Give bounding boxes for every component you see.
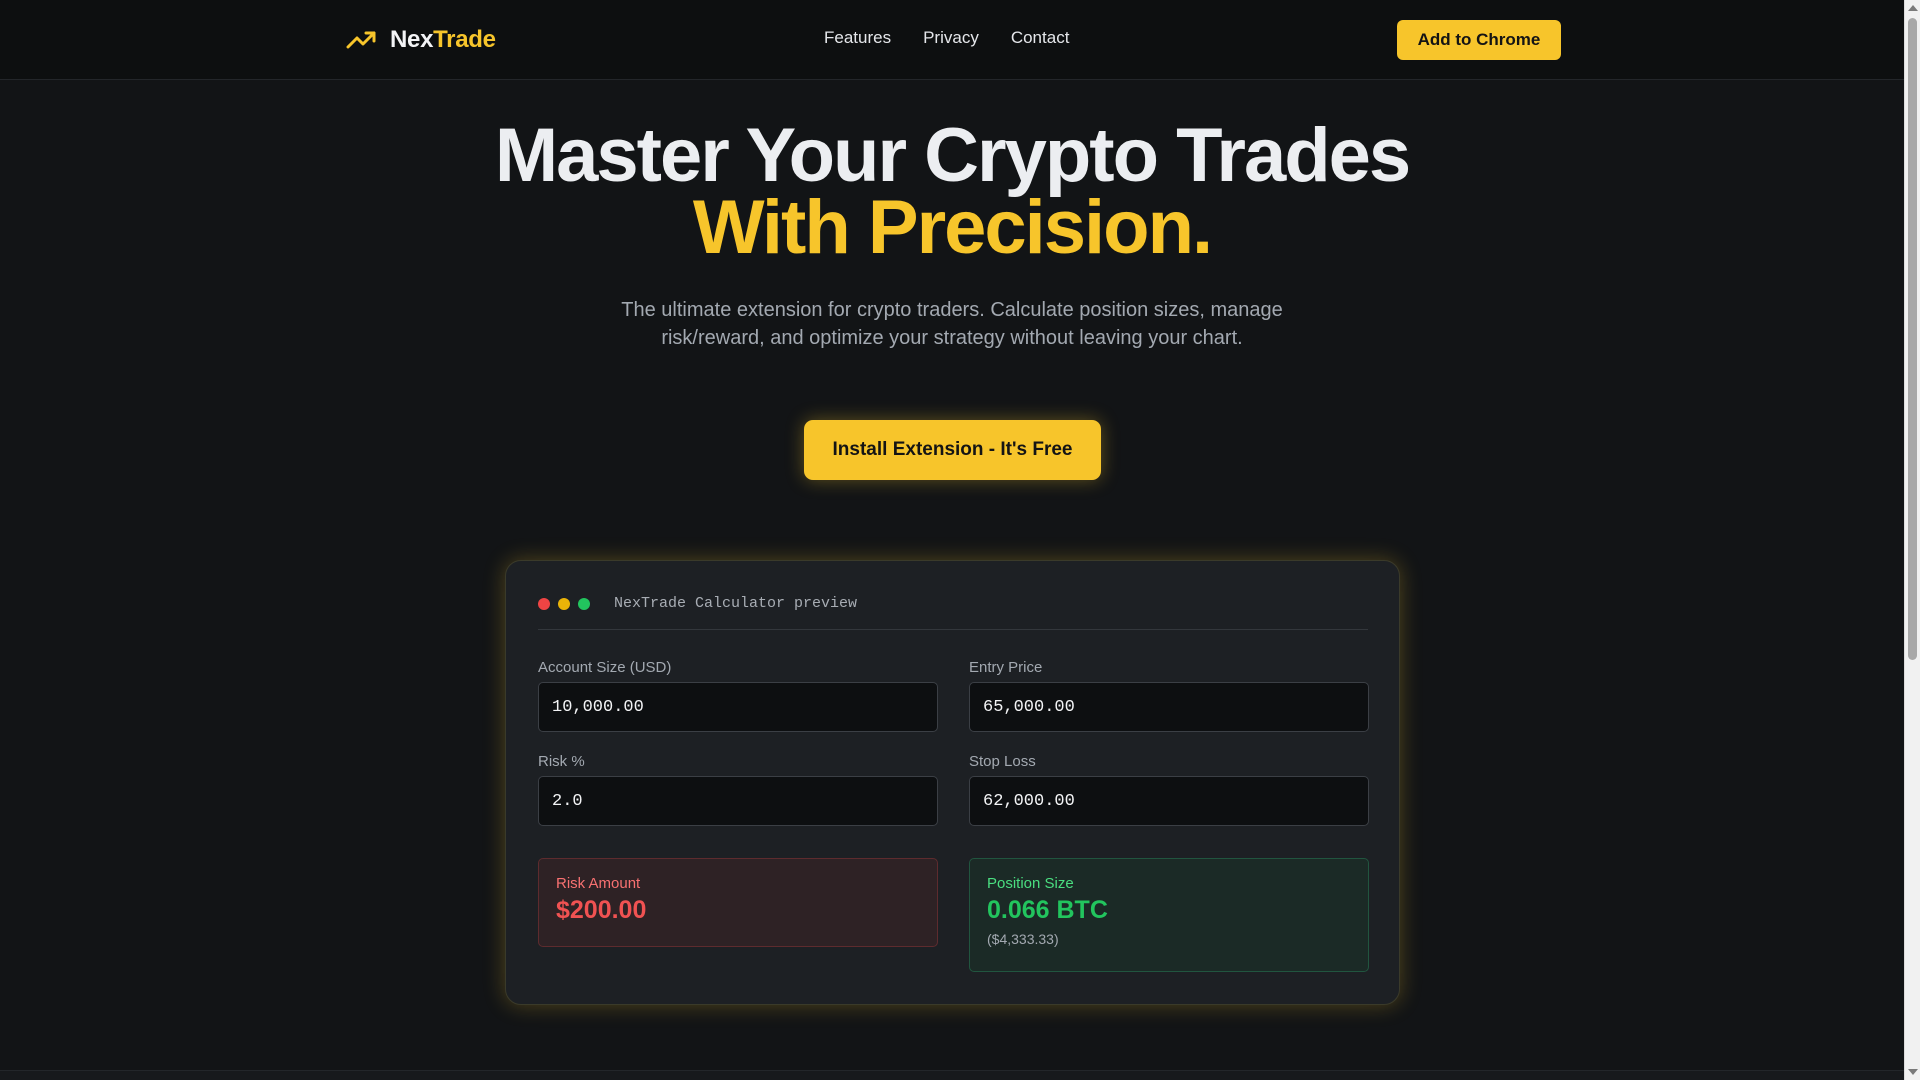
- hero-title-line1: Master Your Crypto Trades: [494, 113, 1411, 198]
- install-extension-button[interactable]: Install Extension - It's Free: [804, 420, 1101, 480]
- account-size-label: Account Size (USD): [538, 659, 672, 676]
- nav-link-features[interactable]: Features: [824, 28, 891, 48]
- page-scrollbar[interactable]: [1904, 0, 1920, 1080]
- logo-text: NexTrade: [390, 26, 496, 54]
- position-size-usd: ($4,333.33): [987, 931, 1059, 947]
- window-dot-red: [538, 598, 550, 610]
- scroll-down-arrow-icon[interactable]: [1908, 1069, 1918, 1075]
- hero-title-line2: With Precision.: [692, 185, 1213, 270]
- card-title: NexTrade Calculator preview: [614, 595, 858, 612]
- stop-loss-input[interactable]: [969, 776, 1369, 826]
- logo-text-trade: Trade: [433, 26, 496, 53]
- hero-subtitle: The ultimate extension for crypto trader…: [621, 299, 1283, 349]
- risk-percent-label: Risk %: [538, 753, 585, 770]
- logo-text-nex: Nex: [390, 26, 434, 53]
- window-dot-green: [578, 598, 590, 610]
- account-size-input[interactable]: [538, 682, 938, 732]
- stop-loss-label: Stop Loss: [969, 753, 1036, 770]
- trending-up-icon: [346, 29, 376, 51]
- risk-amount-value: $200.00: [556, 896, 647, 924]
- calculator-preview-card: NexTrade Calculator preview Account Size…: [505, 560, 1400, 1005]
- window-dot-yellow: [558, 598, 570, 610]
- nav-link-contact[interactable]: Contact: [1011, 28, 1070, 48]
- hero-title: Master Your Crypto Trades With Precision…: [0, 113, 1904, 270]
- site-header: NexTrade Features Privacy Contact Add to…: [0, 0, 1904, 80]
- main-nav: Features Privacy Contact: [824, 28, 1069, 48]
- scroll-up-arrow-icon[interactable]: [1908, 5, 1918, 11]
- risk-percent-input[interactable]: [538, 776, 938, 826]
- entry-price-label: Entry Price: [969, 659, 1043, 676]
- logo[interactable]: NexTrade: [346, 24, 496, 56]
- risk-amount-box: Risk Amount $200.00: [538, 858, 938, 947]
- card-header: NexTrade Calculator preview: [538, 561, 1368, 630]
- position-size-box: Position Size 0.066 BTC ($4,333.33): [969, 858, 1369, 972]
- position-size-label: Position Size: [987, 875, 1074, 892]
- risk-amount-label: Risk Amount: [556, 875, 641, 892]
- scroll-thumb[interactable]: [1908, 18, 1917, 660]
- add-to-chrome-button[interactable]: Add to Chrome: [1397, 20, 1561, 60]
- entry-price-input[interactable]: [969, 682, 1369, 732]
- next-section-edge: [0, 1070, 1904, 1080]
- position-size-value: 0.066 BTC: [987, 896, 1108, 924]
- nav-link-privacy[interactable]: Privacy: [923, 28, 979, 48]
